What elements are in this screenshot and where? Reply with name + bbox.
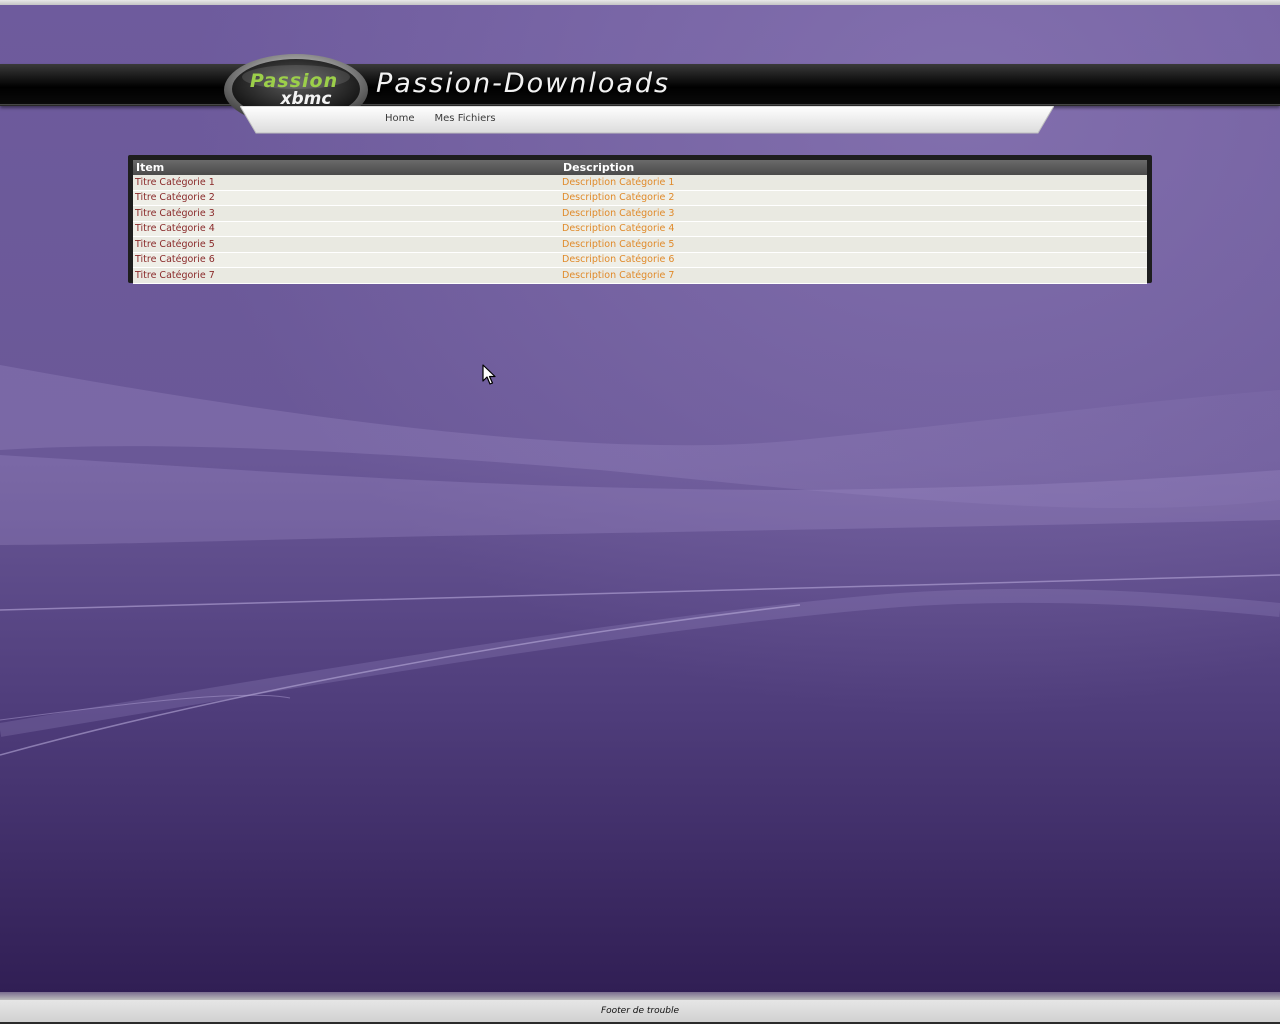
item-link[interactable]: Titre Catégorie 1 bbox=[133, 175, 560, 191]
categories-table-panel: Item Description Titre Catégorie 1 Descr… bbox=[128, 155, 1152, 284]
description-link[interactable]: Description Catégorie 3 bbox=[560, 205, 1147, 222]
nav-item-home[interactable]: Home bbox=[385, 113, 415, 124]
description-link[interactable]: Description Catégorie 6 bbox=[560, 252, 1147, 268]
main-nav: Home Mes Fichiers bbox=[240, 106, 1054, 134]
table-row: Titre Catégorie 4 Description Catégorie … bbox=[133, 221, 1147, 237]
column-header-description: Description bbox=[560, 160, 1147, 175]
table-row: Titre Catégorie 1 Description Catégorie … bbox=[133, 175, 1147, 191]
table-row: Titre Catégorie 3 Description Catégorie … bbox=[133, 205, 1147, 222]
item-link[interactable]: Titre Catégorie 2 bbox=[133, 190, 560, 206]
item-link[interactable]: Titre Catégorie 6 bbox=[133, 252, 560, 268]
categories-table: Item Description Titre Catégorie 1 Descr… bbox=[133, 160, 1147, 284]
nav-tab-shape bbox=[240, 106, 1054, 134]
page-background bbox=[0, 0, 1280, 1024]
item-link[interactable]: Titre Catégorie 3 bbox=[133, 205, 560, 222]
table-row: Titre Catégorie 2 Description Catégorie … bbox=[133, 190, 1147, 206]
description-link[interactable]: Description Catégorie 7 bbox=[560, 267, 1147, 284]
mouse-pointer-icon bbox=[482, 364, 496, 385]
description-link[interactable]: Description Catégorie 4 bbox=[560, 221, 1147, 237]
footer-text: Footer de trouble bbox=[600, 1006, 680, 1016]
table-row: Titre Catégorie 6 Description Catégorie … bbox=[133, 252, 1147, 268]
item-link[interactable]: Titre Catégorie 7 bbox=[133, 267, 560, 284]
description-link[interactable]: Description Catégorie 5 bbox=[560, 236, 1147, 253]
table-row: Titre Catégorie 5 Description Catégorie … bbox=[133, 236, 1147, 253]
footer: Footer de trouble bbox=[0, 1000, 1280, 1024]
table-header-row: Item Description bbox=[133, 160, 1147, 175]
column-header-item: Item bbox=[133, 160, 560, 175]
nav-item-mes-fichiers[interactable]: Mes Fichiers bbox=[435, 113, 496, 124]
item-link[interactable]: Titre Catégorie 4 bbox=[133, 221, 560, 237]
description-link[interactable]: Description Catégorie 1 bbox=[560, 175, 1147, 191]
item-link[interactable]: Titre Catégorie 5 bbox=[133, 236, 560, 253]
footer-top-band bbox=[0, 992, 1280, 1000]
table-row: Titre Catégorie 7 Description Catégorie … bbox=[133, 267, 1147, 284]
description-link[interactable]: Description Catégorie 2 bbox=[560, 190, 1147, 206]
site-title: Passion-Downloads bbox=[376, 68, 671, 99]
browser-top-edge bbox=[0, 0, 1280, 5]
